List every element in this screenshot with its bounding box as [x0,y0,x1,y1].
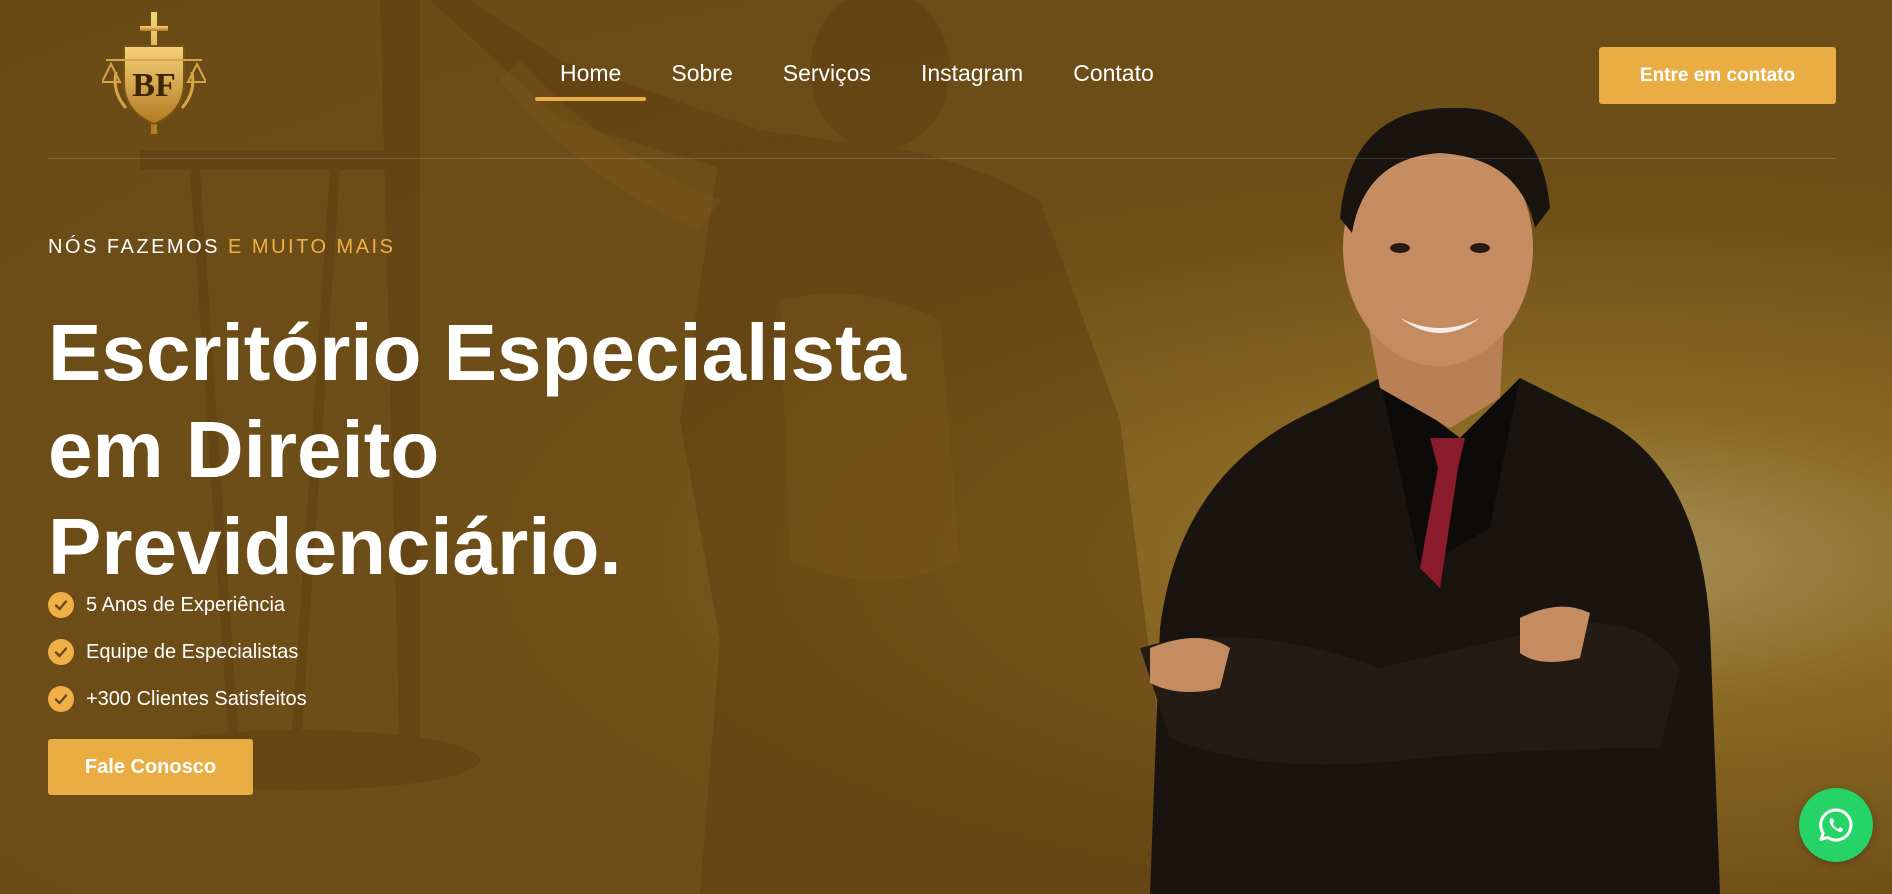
nav-item-contato[interactable]: Contato [1048,56,1179,101]
hero-title-line-2: em Direito [48,405,440,494]
whatsapp-icon [1819,808,1853,842]
lawyer-photo [1140,108,1720,894]
site-header: BF Home Sobre Serviços Instagram Contato… [48,0,1836,159]
nav-item-home[interactable]: Home [535,56,647,101]
list-item: +300 Clientes Satisfeitos [48,686,307,712]
hero-title-line-1: Escritório Especialista [48,308,907,397]
eyebrow-accent: E MUITO MAIS [228,236,396,258]
list-item: Equipe de Especialistas [48,639,307,665]
eyebrow-primary: NÓS FAZEMOS [48,236,220,258]
nav-item-instagram[interactable]: Instagram [896,56,1048,101]
check-circle-icon [48,639,74,665]
hero-title-line-3: Previdenciário. [48,502,622,591]
list-item: 5 Anos de Experiência [48,592,307,618]
fale-conosco-button[interactable]: Fale Conosco [48,739,253,795]
logo-monogram: BF [132,67,175,104]
hero-eyebrow: NÓS FAZEMOS E MUITO MAIS [48,236,395,259]
contact-button[interactable]: Entre em contato [1599,47,1836,104]
whatsapp-button[interactable] [1799,788,1873,862]
nav-item-servicos[interactable]: Serviços [758,56,896,101]
feature-list: 5 Anos de Experiência Equipe de Especial… [48,592,307,733]
main-nav: Home Sobre Serviços Instagram Contato [535,56,1179,101]
feature-label: +300 Clientes Satisfeitos [86,687,307,710]
nav-item-sobre[interactable]: Sobre [646,56,757,101]
feature-label: Equipe de Especialistas [86,640,299,663]
feature-label: 5 Anos de Experiência [86,593,286,616]
hero-title: Escritório Especialista em Direito Previ… [48,304,948,595]
check-circle-icon [48,592,74,618]
check-circle-icon [48,686,74,712]
hero-page: BF Home Sobre Serviços Instagram Contato… [0,0,1892,894]
brand-logo[interactable]: BF [102,12,206,134]
